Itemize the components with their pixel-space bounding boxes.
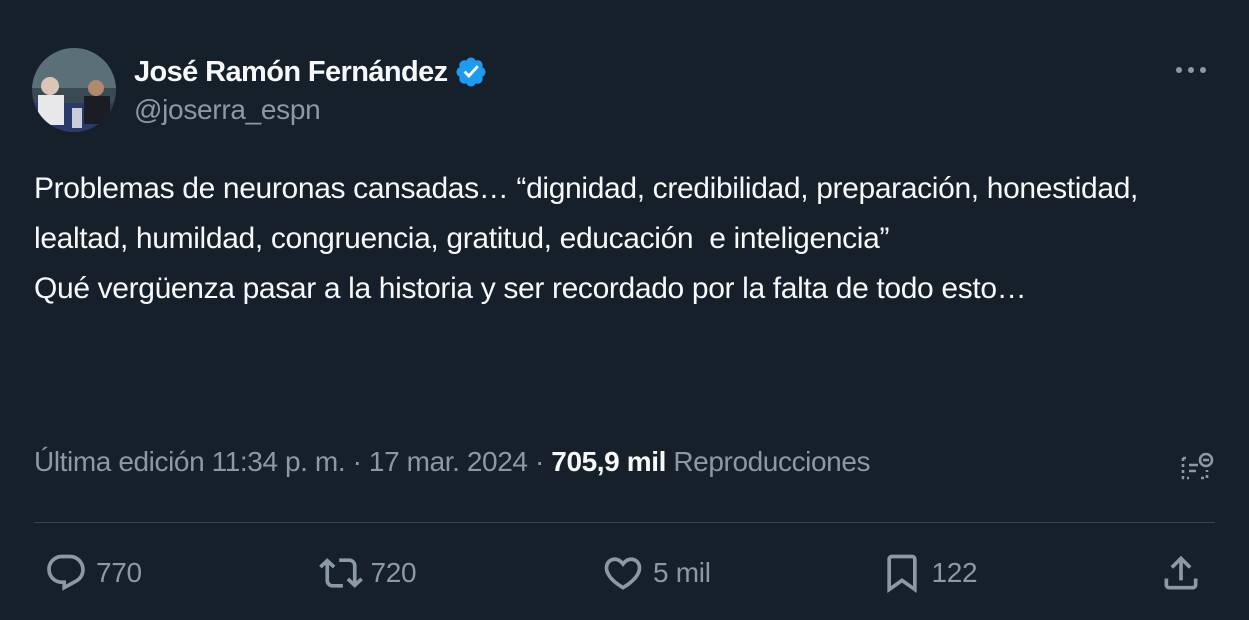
analytics-icon[interactable] bbox=[1175, 448, 1215, 488]
repost-icon bbox=[318, 558, 363, 588]
heart-icon bbox=[604, 557, 642, 590]
reply-count: 770 bbox=[96, 557, 142, 588]
tweet-date[interactable]: 17 mar. 2024 bbox=[369, 446, 528, 477]
meta-separator: · bbox=[345, 446, 369, 477]
reply-icon bbox=[47, 554, 85, 591]
author-names: José Ramón Fernández @joserra_espn bbox=[134, 54, 488, 126]
share-icon bbox=[1164, 555, 1198, 590]
share-button[interactable] bbox=[1159, 551, 1203, 595]
tweet-paragraph-1: Problemas de neuronas cansadas… “dignida… bbox=[34, 172, 1147, 255]
like-button[interactable]: 5 mil bbox=[601, 551, 821, 595]
bookmark-count: 122 bbox=[931, 557, 978, 588]
bookmark-button[interactable]: 122 bbox=[880, 551, 1100, 595]
views-label: Reproducciones bbox=[673, 446, 871, 477]
tweet-card: José Ramón Fernández @joserra_espn Probl… bbox=[0, 0, 1249, 620]
edited-timestamp[interactable]: Última edición 11:34 p. m. bbox=[34, 446, 346, 477]
tweet-meta: Última edición 11:34 p. m. · 17 mar. 202… bbox=[34, 446, 871, 478]
meta-separator-2: · bbox=[527, 446, 552, 477]
display-name[interactable]: José Ramón Fernández bbox=[134, 56, 448, 89]
avatar[interactable] bbox=[32, 48, 116, 132]
repost-count: 720 bbox=[370, 557, 417, 588]
tweet-header: José Ramón Fernández @joserra_espn bbox=[32, 48, 488, 132]
like-count: 5 mil bbox=[653, 557, 711, 588]
bookmark-icon bbox=[886, 554, 917, 594]
name-row: José Ramón Fernández bbox=[134, 54, 488, 90]
action-bar: 770 720 5 mil 122 bbox=[44, 550, 1203, 596]
reply-button[interactable]: 770 bbox=[44, 551, 264, 595]
repost-button[interactable]: 720 bbox=[318, 551, 539, 595]
verified-badge-icon[interactable] bbox=[454, 55, 488, 89]
tweet-text: Problemas de neuronas cansadas… “dignida… bbox=[34, 164, 1224, 314]
tweet-paragraph-2: Qué vergüenza pasar a la historia y ser … bbox=[34, 272, 1027, 305]
author-handle[interactable]: @joserra_espn bbox=[134, 94, 488, 126]
more-horizontal-icon[interactable] bbox=[1171, 58, 1211, 82]
divider bbox=[34, 522, 1215, 523]
views-count: 705,9 mil bbox=[551, 446, 666, 477]
